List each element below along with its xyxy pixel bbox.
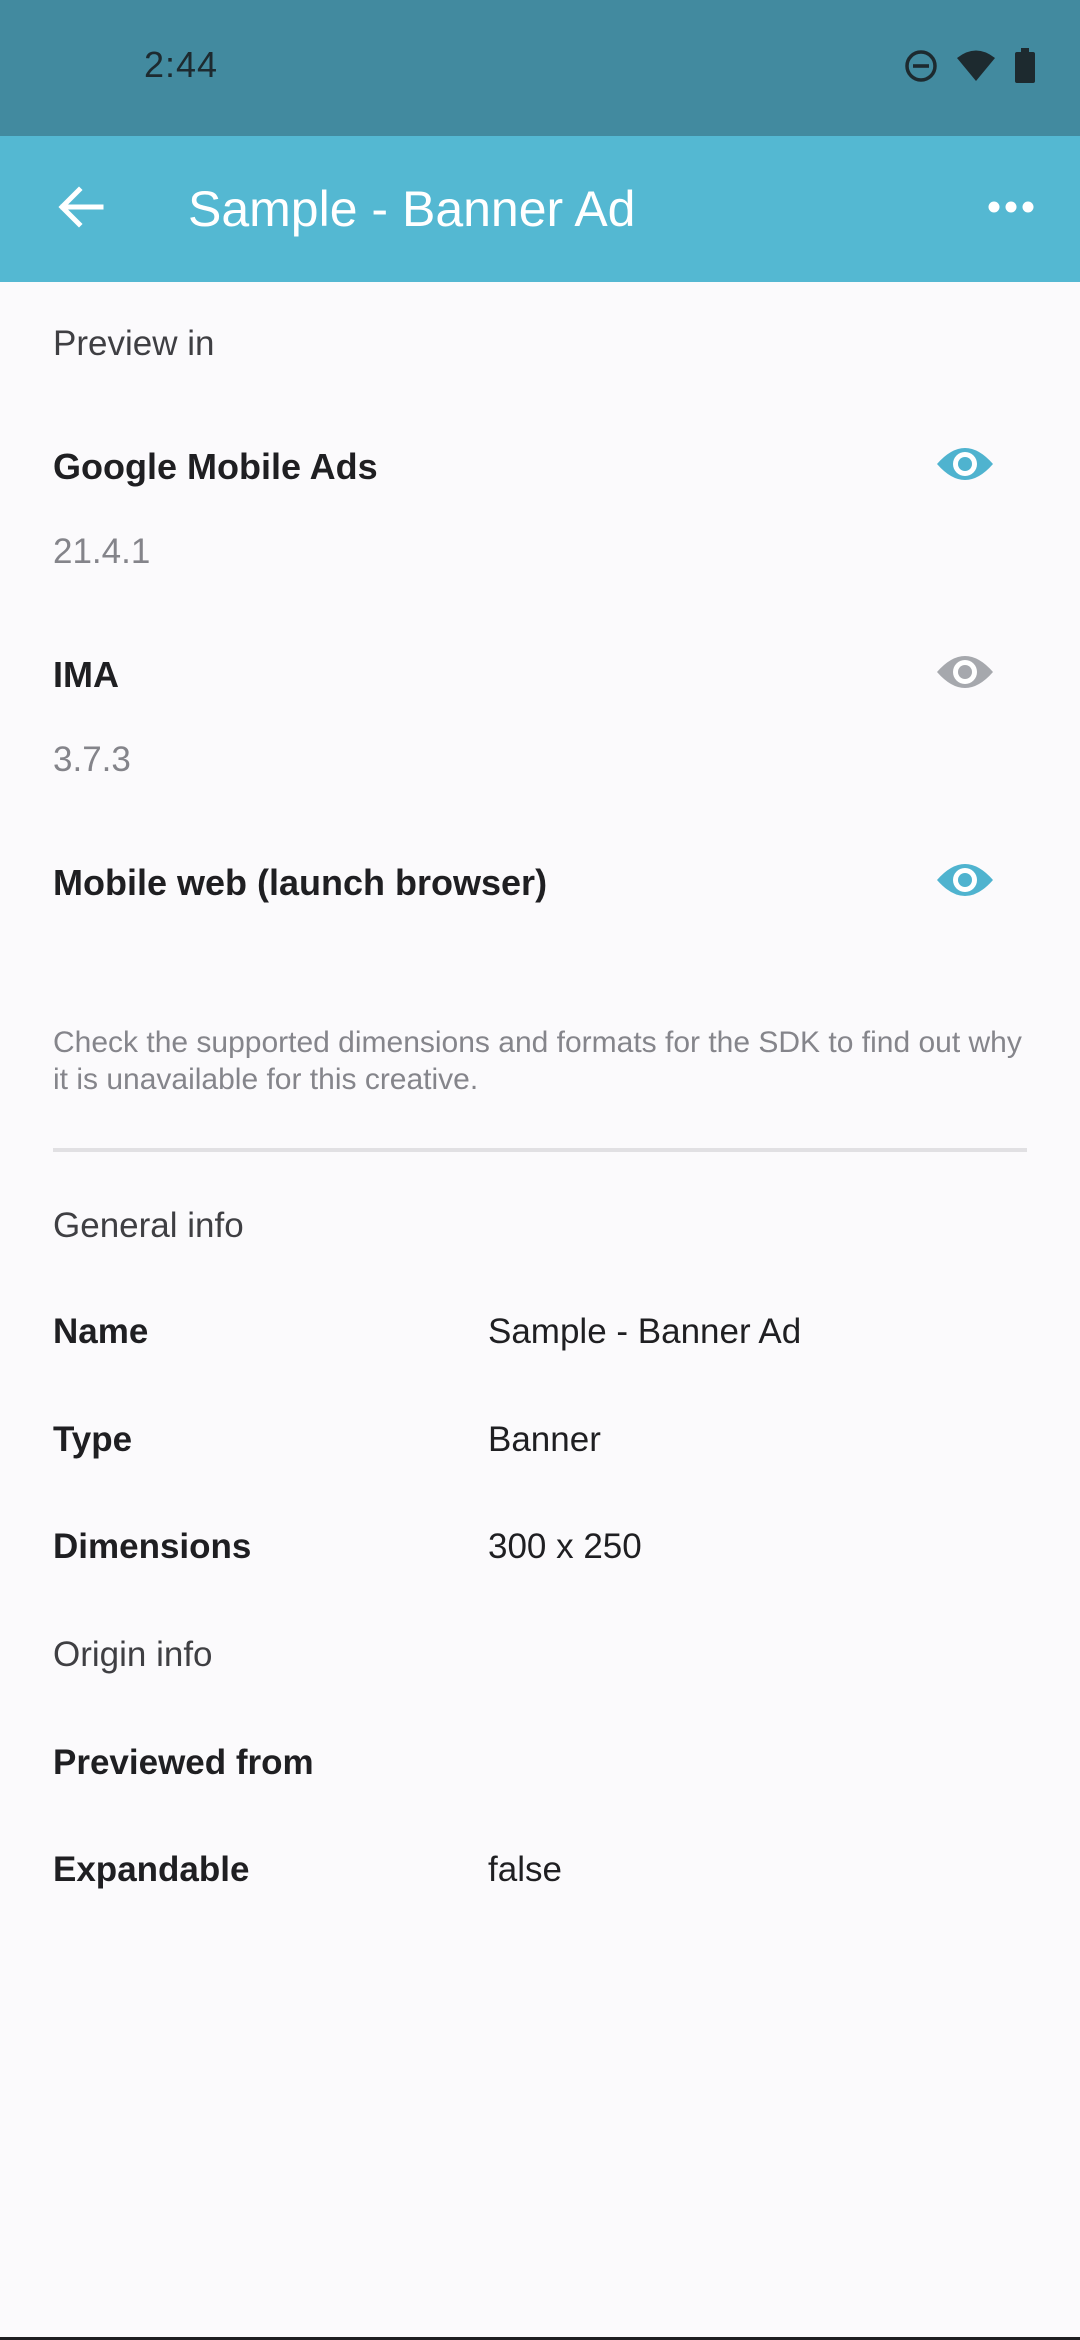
sdk-version-ima: 3.7.3 [53,740,131,779]
back-button[interactable] [36,164,126,254]
sdk-name-ima: IMA [53,654,119,695]
eye-icon [935,858,995,907]
info-label-expandable: Expandable [53,1850,250,1889]
general-info-section-title: General info [53,1206,244,1245]
eye-icon [935,650,995,699]
battery-icon [1014,47,1036,89]
page-title: Sample - Banner Ad [188,181,636,237]
info-label-dimensions: Dimensions [53,1527,252,1566]
preview-google-mobile-ads-button[interactable] [920,431,1010,501]
eye-icon [935,442,995,491]
arrow-left-icon [57,185,105,234]
status-time: 2:44 [144,44,219,85]
info-value-expandable: false [488,1850,562,1889]
more-horizontal-icon [987,200,1035,219]
sdk-name-google-mobile-ads: Google Mobile Ads [53,446,378,487]
status-icons [904,47,1036,89]
info-value-name: Sample - Banner Ad [488,1312,802,1351]
preview-ima-button[interactable] [920,639,1010,709]
do-not-disturb-icon [904,49,938,88]
origin-info-section-title: Origin info [53,1635,213,1674]
wifi-icon [956,49,996,88]
info-label-name: Name [53,1312,149,1351]
preview-section-title: Preview in [53,324,215,363]
app-bar: Sample - Banner Ad [0,136,1080,282]
sdk-availability-help-text: Check the supported dimensions and forma… [53,1026,1022,1096]
info-value-type: Banner [488,1420,601,1459]
section-divider [53,1148,1027,1152]
more-options-button[interactable] [966,164,1056,254]
info-value-dimensions: 300 x 250 [488,1527,642,1566]
status-bar: 2:44 [0,0,1080,136]
sdk-version-google-mobile-ads: 21.4.1 [53,532,151,571]
sdk-name-mobile-web: Mobile web (launch browser) [53,862,548,903]
info-label-type: Type [53,1420,133,1459]
preview-mobile-web-button[interactable] [920,847,1010,917]
info-label-previewed-from: Previewed from [53,1743,314,1782]
